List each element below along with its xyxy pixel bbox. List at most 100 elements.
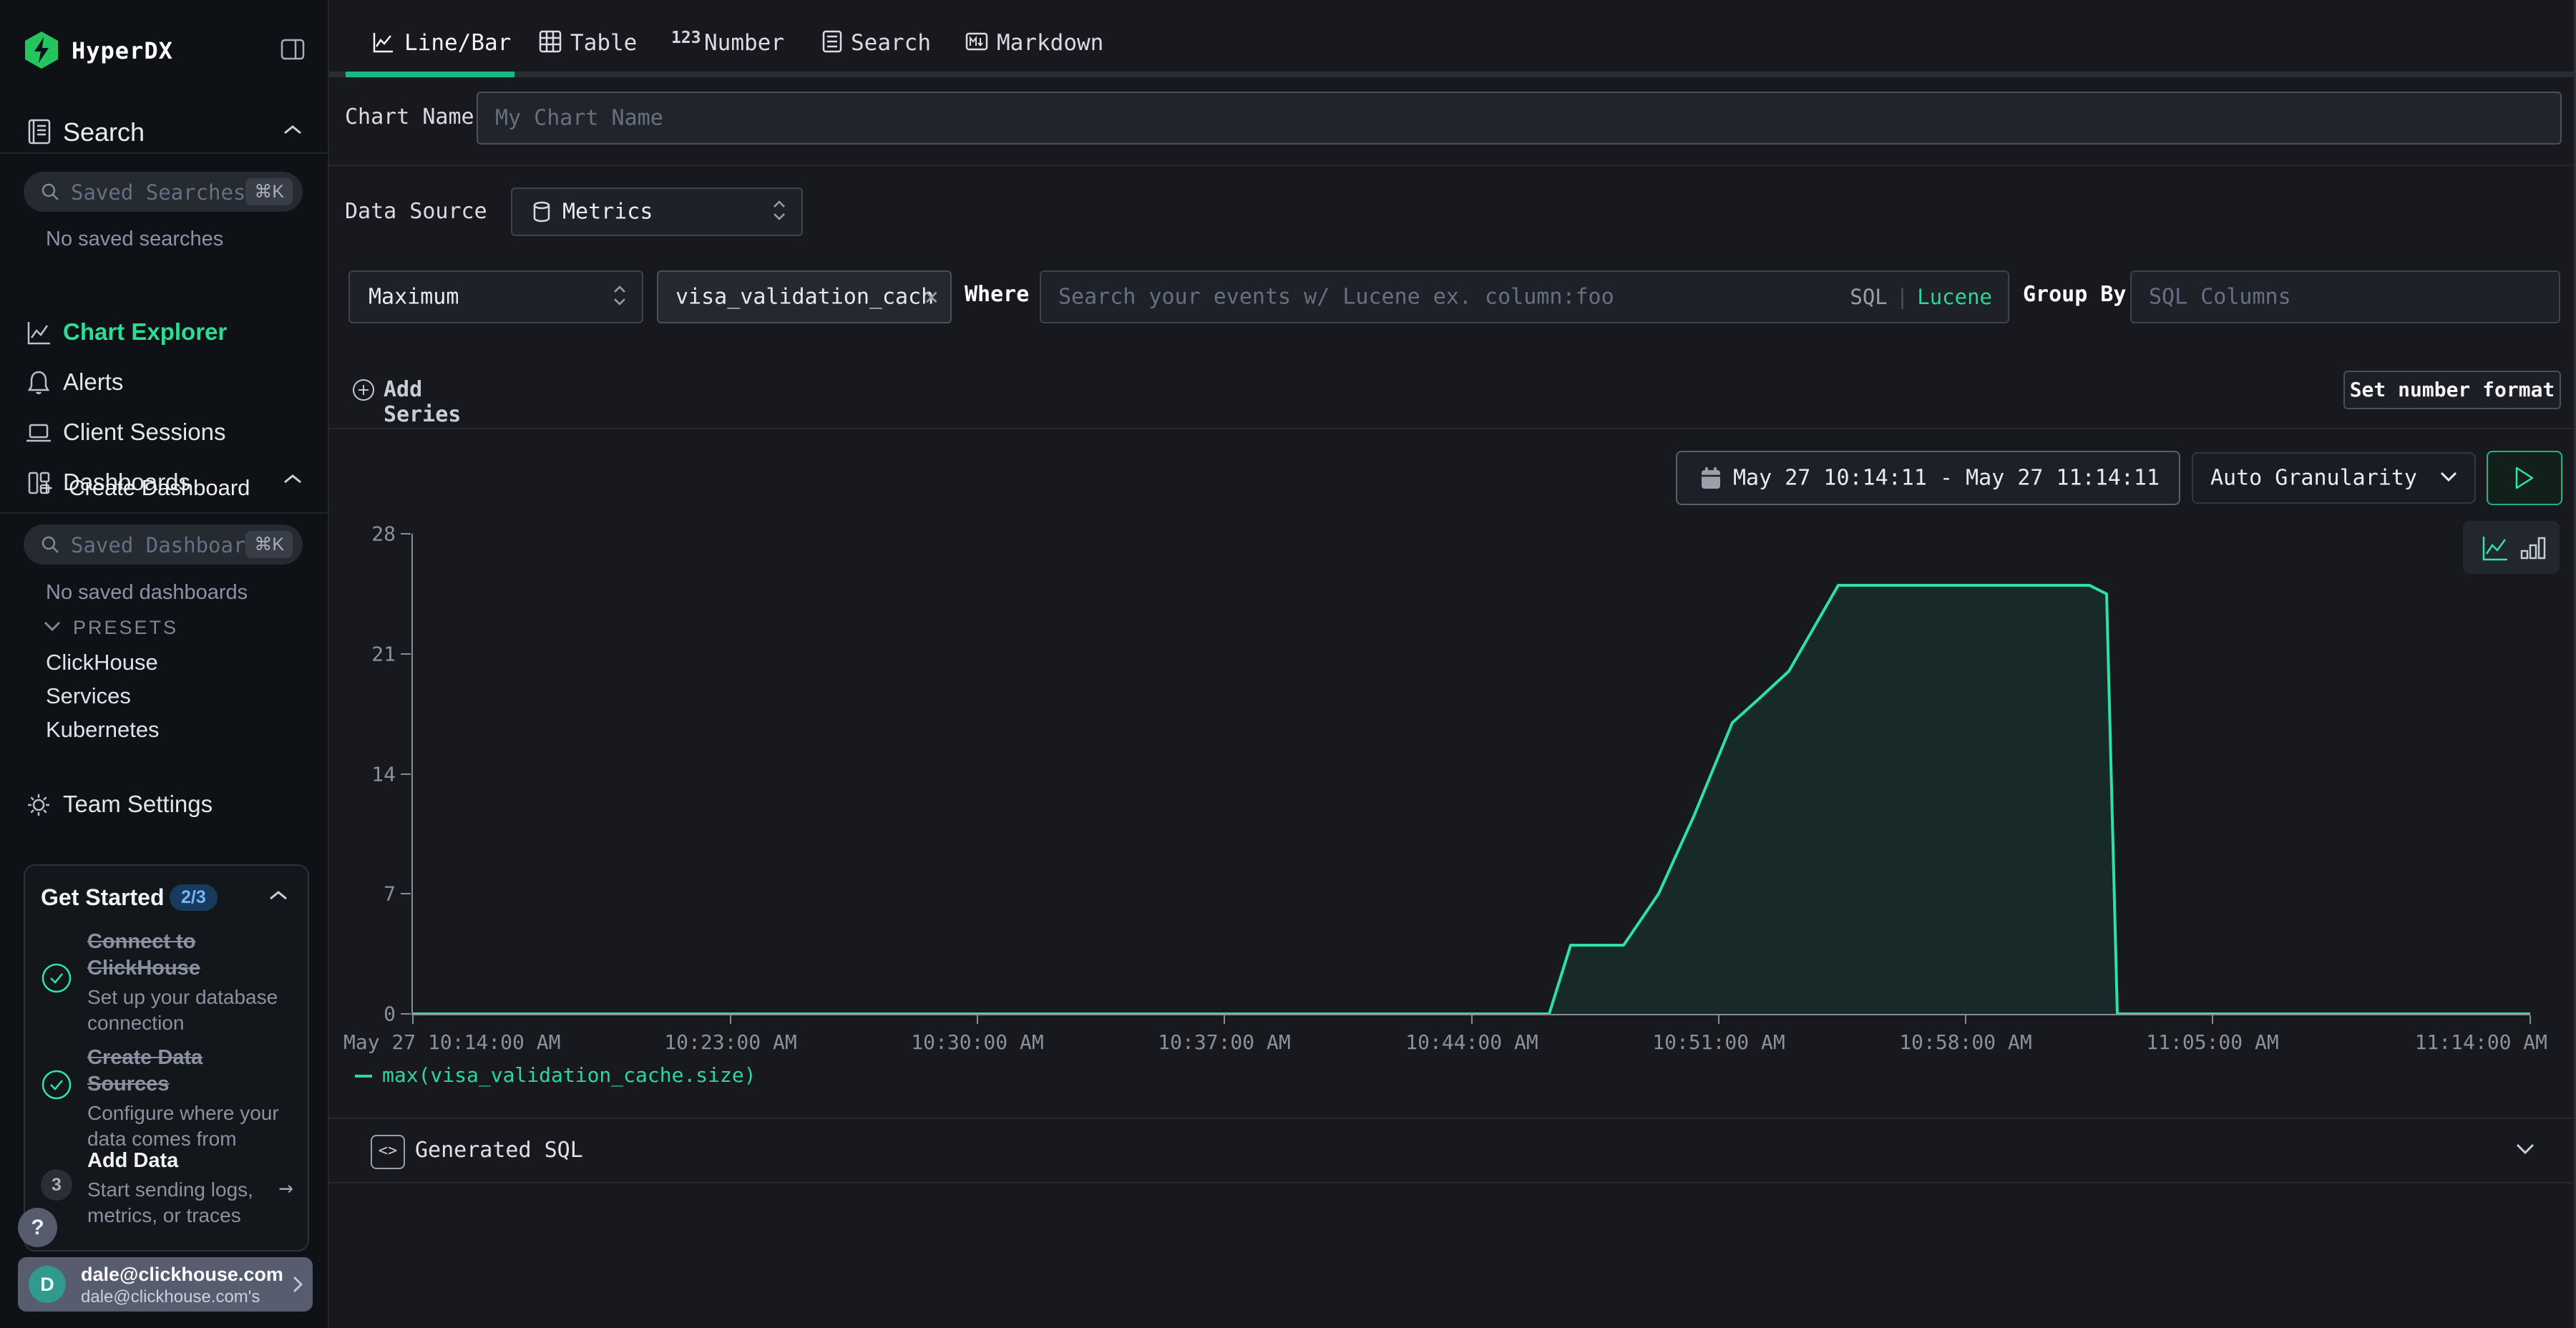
- query-language-toggle: SQL|Lucene: [1850, 285, 1992, 309]
- sidebar-collapse-icon[interactable]: [279, 36, 308, 64]
- markdown-icon: [964, 27, 990, 59]
- hyperdx-logo-icon: [21, 30, 62, 70]
- x-tick-label: 10:44:00 AM: [1405, 1030, 1538, 1054]
- y-tick-mark: [401, 773, 411, 775]
- select-chevrons-icon: [771, 198, 787, 225]
- tab-number[interactable]: 123 Number: [671, 26, 775, 60]
- data-source-select[interactable]: Metrics: [511, 187, 803, 236]
- sidebar-item-chart-explorer[interactable]: Chart Explorer: [0, 315, 328, 349]
- run-query-button[interactable]: [2487, 451, 2562, 505]
- tab-label: Search: [851, 30, 931, 56]
- add-series-button[interactable]: Add Series: [351, 377, 376, 403]
- x-tick-mark: [2529, 1015, 2531, 1024]
- chevron-down-icon[interactable]: [2514, 1141, 2536, 1159]
- where-search-input[interactable]: Search your events w/ Lucene ex. column:…: [1040, 270, 2009, 323]
- x-tick-label: 10:30:00 AM: [911, 1030, 1043, 1054]
- sidebar-search-label: Search: [63, 117, 145, 147]
- main-area: Line/Bar Table 123 Number: [329, 0, 2576, 1328]
- x-tick-mark: [412, 1015, 414, 1024]
- journal-icon: [24, 116, 55, 150]
- sidebar-section-search[interactable]: Search: [0, 112, 328, 156]
- granularity-value: Auto Granularity: [2210, 466, 2417, 491]
- group-by-label: Group By: [2023, 282, 2127, 307]
- app-title: HyperDX: [72, 37, 173, 64]
- tab-line-bar[interactable]: Line/Bar: [370, 26, 539, 60]
- remove-metric-icon[interactable]: ×: [924, 283, 939, 311]
- set-number-format-button[interactable]: Set number format: [2343, 371, 2561, 409]
- tab-label: Table: [570, 30, 637, 56]
- get-started-step-3[interactable]: Add Data Start sending logs, metrics, or…: [87, 1148, 282, 1229]
- step-subtitle: Start sending logs, metrics, or traces: [87, 1177, 282, 1229]
- tab-label: Line/Bar: [404, 30, 511, 56]
- chevron-up-icon[interactable]: [268, 889, 289, 906]
- select-chevrons-icon: [612, 283, 628, 311]
- chevron-right-icon: [290, 1273, 306, 1299]
- sidebar-item-label: Alerts: [63, 368, 123, 396]
- step-number-badge: 3: [41, 1169, 72, 1201]
- logo-row: HyperDX: [0, 29, 328, 72]
- code-icon: <>: [371, 1135, 405, 1169]
- chevron-up-icon[interactable]: [282, 123, 303, 140]
- tab-markdown[interactable]: Markdown: [964, 26, 1093, 60]
- x-tick-label: 10:37:00 AM: [1158, 1030, 1290, 1054]
- sql-toggle[interactable]: SQL: [1850, 285, 1887, 309]
- x-tick-mark: [1224, 1015, 1225, 1024]
- aggregation-select[interactable]: Maximum: [348, 270, 643, 323]
- group-by-placeholder: SQL Columns: [2149, 285, 2291, 310]
- group-by-input[interactable]: SQL Columns: [2130, 270, 2560, 323]
- sidebar-item-alerts[interactable]: Alerts: [0, 365, 328, 399]
- generated-sql-row[interactable]: <> Generated SQL: [329, 1118, 2576, 1183]
- saved-dashboards-input[interactable]: Saved Dashboards ⌘K: [24, 524, 303, 565]
- chart-plot-area[interactable]: 07142128 May 27 10:14:00 AM10:23:00 AM10…: [413, 534, 2530, 1014]
- preset-item-services[interactable]: Services: [46, 683, 131, 709]
- help-button[interactable]: ?: [18, 1208, 57, 1247]
- tab-label: Markdown: [997, 30, 1103, 56]
- step-title: Create Data Sources: [87, 1045, 282, 1098]
- sidebar-item-client-sessions[interactable]: Client Sessions: [0, 415, 328, 449]
- where-label: Where: [965, 282, 1029, 307]
- chart-name-input[interactable]: My Chart Name: [477, 92, 2562, 145]
- tab-table[interactable]: Table: [537, 26, 630, 60]
- y-tick-label: 0: [341, 1002, 396, 1026]
- divider: [0, 512, 328, 514]
- plus-icon: +: [40, 475, 53, 500]
- calendar-icon: [1697, 464, 1724, 494]
- create-dashboard-label: Create Dashboard: [69, 475, 250, 500]
- x-tick-mark: [977, 1015, 978, 1024]
- step-done-check-icon: [41, 1069, 72, 1100]
- preset-item-clickhouse[interactable]: ClickHouse: [46, 650, 158, 675]
- preset-item-kubernetes[interactable]: Kubernetes: [46, 717, 160, 743]
- metric-tag-label: visa_validation_cach: [675, 285, 934, 310]
- lucene-toggle[interactable]: Lucene: [1917, 285, 1992, 309]
- tab-label: Number: [704, 30, 784, 56]
- presets-toggle[interactable]: PRESETS: [43, 617, 178, 639]
- get-started-step-1[interactable]: Connect to ClickHouse Set up your databa…: [87, 929, 282, 1036]
- search-icon: [39, 534, 61, 558]
- get-started-step-2[interactable]: Create Data Sources Configure where your…: [87, 1045, 282, 1152]
- saved-searches-input[interactable]: Saved Searches ⌘K: [24, 172, 303, 212]
- user-menu[interactable]: D dale@clickhouse.com dale@clickhouse.co…: [18, 1257, 313, 1312]
- line-chart-icon: [370, 27, 396, 59]
- arrow-right-icon[interactable]: →: [279, 1173, 293, 1202]
- x-tick-mark: [1718, 1015, 1719, 1024]
- get-started-progress-badge: 2/3: [170, 884, 218, 911]
- divider: [0, 152, 328, 154]
- date-range-picker[interactable]: May 27 10:14:11 - May 27 11:14:11: [1676, 451, 2180, 505]
- laptop-icon: [24, 418, 54, 451]
- granularity-select[interactable]: Auto Granularity: [2192, 452, 2476, 504]
- plus-circle-icon: [351, 377, 376, 403]
- x-tick-label: May 27 10:14:00 AM: [343, 1030, 560, 1054]
- sidebar-item-team-settings[interactable]: Team Settings: [0, 787, 328, 821]
- legend-series-swatch: [355, 1075, 372, 1078]
- 123-icon: 123: [671, 29, 701, 47]
- presets-label: PRESETS: [73, 617, 178, 638]
- chart-name-label: Chart Name: [345, 104, 474, 130]
- avatar: D: [29, 1266, 66, 1303]
- metric-tag[interactable]: visa_validation_cach ×: [657, 270, 952, 323]
- chart-legend[interactable]: max(visa_validation_cache.size): [355, 1063, 756, 1087]
- chevron-down-icon: [2439, 469, 2459, 487]
- create-dashboard-button[interactable]: + Create Dashboard: [40, 475, 250, 501]
- tab-search[interactable]: Search: [819, 26, 919, 60]
- step-title: Add Data: [87, 1148, 282, 1174]
- chevron-up-icon[interactable]: [282, 472, 303, 489]
